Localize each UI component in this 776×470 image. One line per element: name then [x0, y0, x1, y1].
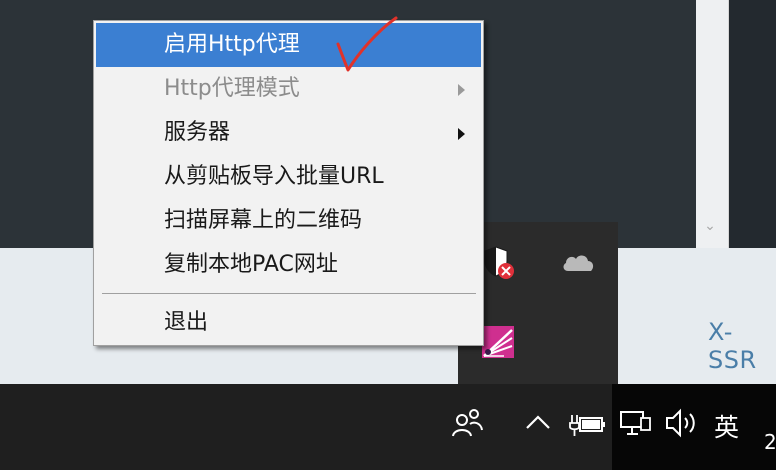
check-mark-annotation-icon: [336, 16, 398, 72]
ime-indicator[interactable]: 英: [714, 408, 739, 444]
submenu-arrow-icon: [458, 84, 465, 96]
menu-item-servers[interactable]: 服务器: [96, 111, 481, 155]
menu-item-label: 扫描屏幕上的二维码: [164, 208, 363, 233]
cloud-icon[interactable]: [560, 250, 596, 274]
menu-item-import-urls-from-clipboard[interactable]: 从剪贴板导入批量URL: [96, 155, 481, 199]
scroll-down-icon[interactable]: ⌄: [700, 218, 720, 238]
power-icon[interactable]: [568, 406, 606, 440]
menu-item-label: 服务器: [164, 120, 231, 145]
clock-fragment[interactable]: 2: [764, 430, 776, 454]
app-icon[interactable]: [482, 326, 514, 358]
shield-warning-icon[interactable]: [482, 244, 516, 280]
network-icon[interactable]: [618, 406, 652, 440]
menu-item-label: 从剪贴板导入批量URL: [164, 164, 384, 189]
background-window-edge: [729, 0, 776, 248]
submenu-arrow-icon: [458, 128, 465, 140]
menu-item-label: 退出: [164, 310, 209, 335]
background-partial-text: X-SSR: [708, 318, 757, 374]
people-icon[interactable]: [450, 406, 484, 440]
menu-item-label: 复制本地PAC网址: [164, 252, 338, 277]
menu-separator: [102, 293, 476, 294]
menu-item-exit[interactable]: 退出: [96, 301, 481, 345]
menu-item-enable-http-proxy[interactable]: 启用Http代理: [96, 23, 481, 67]
menu-item-http-proxy-mode[interactable]: Http代理模式: [96, 67, 481, 111]
chevron-up-icon[interactable]: [524, 406, 552, 440]
menu-item-copy-pac-url[interactable]: 复制本地PAC网址: [96, 243, 481, 287]
tray-context-menu: 启用Http代理 Http代理模式 服务器 从剪贴板导入批量URL 扫描屏幕上的…: [93, 20, 484, 346]
menu-item-label: Http代理模式: [164, 76, 300, 101]
menu-item-scan-qr-code[interactable]: 扫描屏幕上的二维码: [96, 199, 481, 243]
volume-icon[interactable]: [664, 406, 700, 440]
menu-item-label: 启用Http代理: [164, 32, 300, 57]
background-scrollbar[interactable]: [696, 0, 729, 248]
